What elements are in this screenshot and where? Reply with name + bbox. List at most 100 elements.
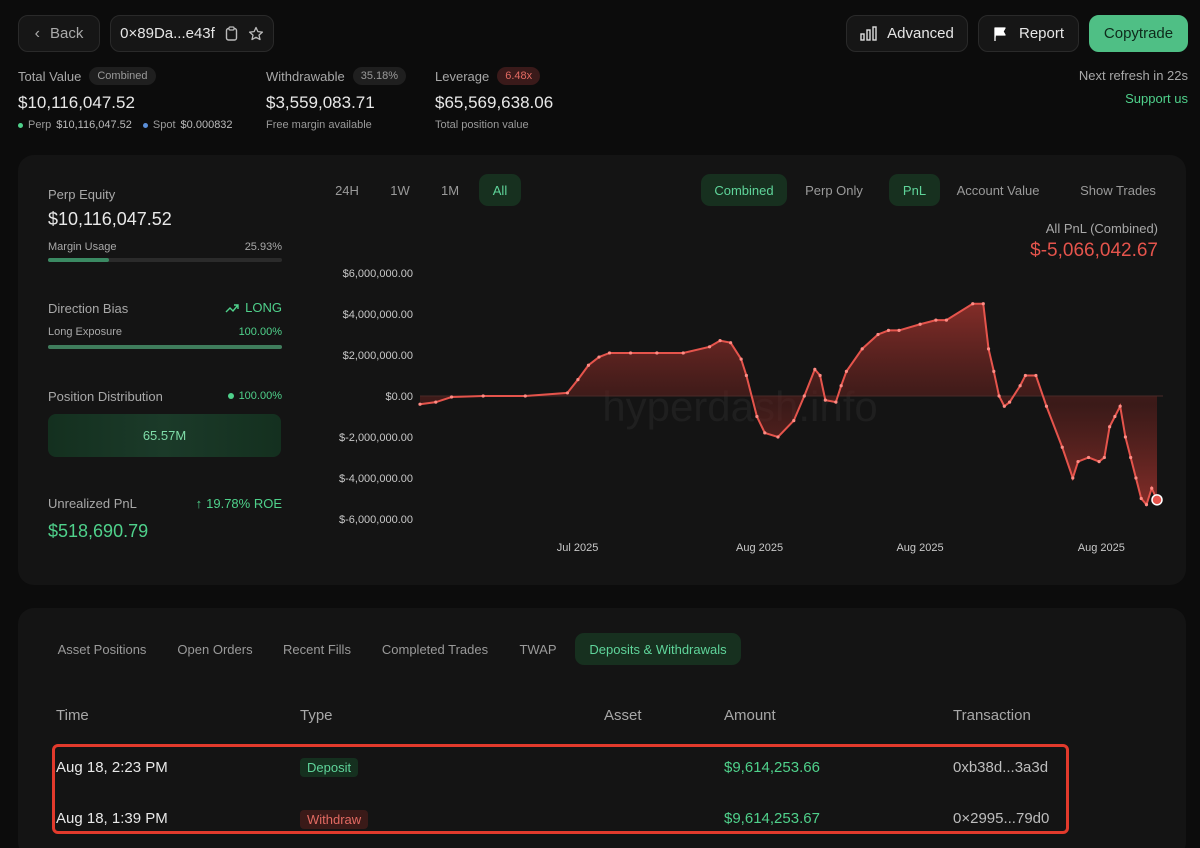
data-point: [739, 357, 743, 361]
data-point: [1144, 503, 1149, 507]
row-time: Aug 18, 2:23 PM: [56, 759, 168, 776]
report-button[interactable]: Report: [978, 15, 1079, 52]
position-dist-pct: 100.00%: [238, 390, 282, 402]
tab-open-orders[interactable]: Open Orders: [168, 633, 262, 665]
data-point: [576, 378, 580, 382]
range-tab-24h[interactable]: 24H: [323, 174, 371, 206]
data-point: [834, 400, 838, 404]
tab-recent-fills[interactable]: Recent Fills: [274, 633, 360, 665]
spot-value: $0.000832: [180, 119, 233, 131]
data-point: [981, 302, 985, 306]
data-point: [744, 373, 748, 378]
data-point: [418, 402, 422, 406]
metric-account-tab[interactable]: Account Value: [947, 174, 1049, 206]
pnl-chart[interactable]: hyperdash.info $6,000,000.00$4,000,000.0…: [320, 255, 1180, 565]
data-point: [918, 322, 922, 326]
arrow-up-icon: ↑: [195, 496, 203, 511]
bar-chart-icon: [860, 26, 877, 41]
direction-bias-label: Direction Bias: [48, 301, 129, 316]
refresh-text: Next refresh in 22s: [1078, 68, 1188, 83]
leverage-value: $65,569,638.06: [435, 93, 554, 112]
col-transaction: Transaction: [953, 707, 1031, 724]
y-tick-label: $-6,000,000.00: [339, 514, 413, 526]
y-tick-label: $2,000,000.00: [343, 350, 413, 362]
margin-usage-fill: [48, 258, 109, 262]
tab-twap[interactable]: TWAP: [510, 633, 566, 665]
range-tab-all[interactable]: All: [479, 174, 521, 206]
star-icon[interactable]: [248, 26, 264, 42]
col-amount: Amount: [724, 707, 776, 724]
data-point: [1034, 373, 1038, 378]
col-asset: Asset: [604, 707, 642, 724]
tab-deposits-withdrawals[interactable]: Deposits & Withdrawals: [575, 633, 741, 665]
data-point: [897, 328, 901, 332]
long-exposure-bar: [48, 345, 282, 349]
long-exposure-pct: 100.00%: [238, 326, 282, 338]
data-point: [818, 373, 822, 378]
data-point: [481, 394, 485, 398]
data-point: [586, 363, 591, 367]
highlight-box: [52, 744, 1069, 834]
roe-value: 19.78% ROE: [206, 496, 282, 511]
data-point: [992, 369, 996, 373]
range-24h-label: 24H: [335, 182, 359, 198]
data-point: [449, 395, 454, 399]
range-tab-1w[interactable]: 1W: [380, 174, 420, 206]
data-point: [934, 318, 938, 322]
perp-dot-icon: [18, 122, 23, 128]
back-label: Back: [49, 25, 84, 42]
tab-completed-trades-label: Completed Trades: [381, 641, 489, 657]
address-pill[interactable]: 0×89Da...e43f: [110, 15, 274, 52]
range-tab-1m[interactable]: 1M: [430, 174, 470, 206]
long-exposure-label: Long Exposure: [48, 326, 122, 338]
total-value-label: Total Value: [18, 68, 82, 84]
row-time: Aug 18, 1:39 PM: [56, 810, 168, 827]
mode-perp-tab[interactable]: Perp Only: [797, 174, 871, 206]
withdrawable-sub: Free margin available: [266, 119, 372, 131]
tab-asset-positions-label: Asset Positions: [57, 641, 147, 657]
tab-asset-positions[interactable]: Asset Positions: [48, 633, 156, 665]
margin-usage-pct: 25.93%: [244, 241, 282, 253]
spot-dot-icon: [142, 122, 148, 128]
data-point: [655, 351, 659, 355]
long-exposure-fill: [48, 345, 282, 349]
withdraw-badge: Withdraw: [300, 810, 369, 829]
x-tick-label: Jul 2025: [557, 542, 599, 554]
x-tick-label: Aug 2025: [736, 542, 783, 554]
data-point: [1071, 476, 1075, 480]
mode-combined-tab[interactable]: Combined: [701, 174, 787, 206]
flag-icon: [993, 26, 1009, 42]
data-point: [607, 351, 612, 355]
show-trades-button[interactable]: Show Trades: [1070, 174, 1166, 206]
total-value-block: Total Value Combined $10,116,047.52 Perp…: [18, 67, 258, 131]
position-dist-pct-wrap: 100.00%: [200, 390, 282, 402]
copy-icon[interactable]: [225, 26, 238, 41]
range-1w-label: 1W: [390, 182, 410, 198]
col-type: Type: [300, 707, 333, 724]
back-button[interactable]: ‹ Back: [18, 15, 100, 52]
leverage-block: Leverage 6.48x $65,569,638.06 Total posi…: [435, 67, 605, 131]
pnl-title: All PnL (Combined): [1045, 221, 1158, 236]
support-link[interactable]: Support us: [1125, 91, 1188, 106]
margin-usage-label: Margin Usage: [48, 241, 117, 253]
y-tick-label: $6,000,000.00: [343, 268, 413, 280]
data-point: [986, 347, 991, 351]
margin-usage-bar: [48, 258, 282, 262]
advanced-button[interactable]: Advanced: [846, 15, 968, 52]
tab-completed-trades[interactable]: Completed Trades: [372, 633, 498, 665]
dot-icon: [227, 393, 234, 399]
current-point-marker: [1151, 494, 1163, 506]
deposit-badge: Deposit: [300, 758, 359, 777]
row-transaction-link[interactable]: 0xb38d...3a3d: [953, 759, 1048, 776]
data-point: [971, 302, 975, 306]
metric-pnl-tab[interactable]: PnL: [889, 174, 940, 206]
data-point: [523, 394, 527, 398]
direction-bias-value-wrap: LONG: [190, 300, 282, 315]
data-point: [860, 347, 864, 351]
copytrade-button[interactable]: Copytrade: [1089, 15, 1188, 52]
metric-pnl-label: PnL: [902, 182, 927, 198]
combined-pill: Combined: [89, 67, 156, 85]
chevron-left-icon: ‹: [34, 24, 40, 42]
row-transaction-link[interactable]: 0×2995...79d0: [953, 810, 1049, 827]
position-dist-box[interactable]: 65.57M: [48, 414, 281, 457]
